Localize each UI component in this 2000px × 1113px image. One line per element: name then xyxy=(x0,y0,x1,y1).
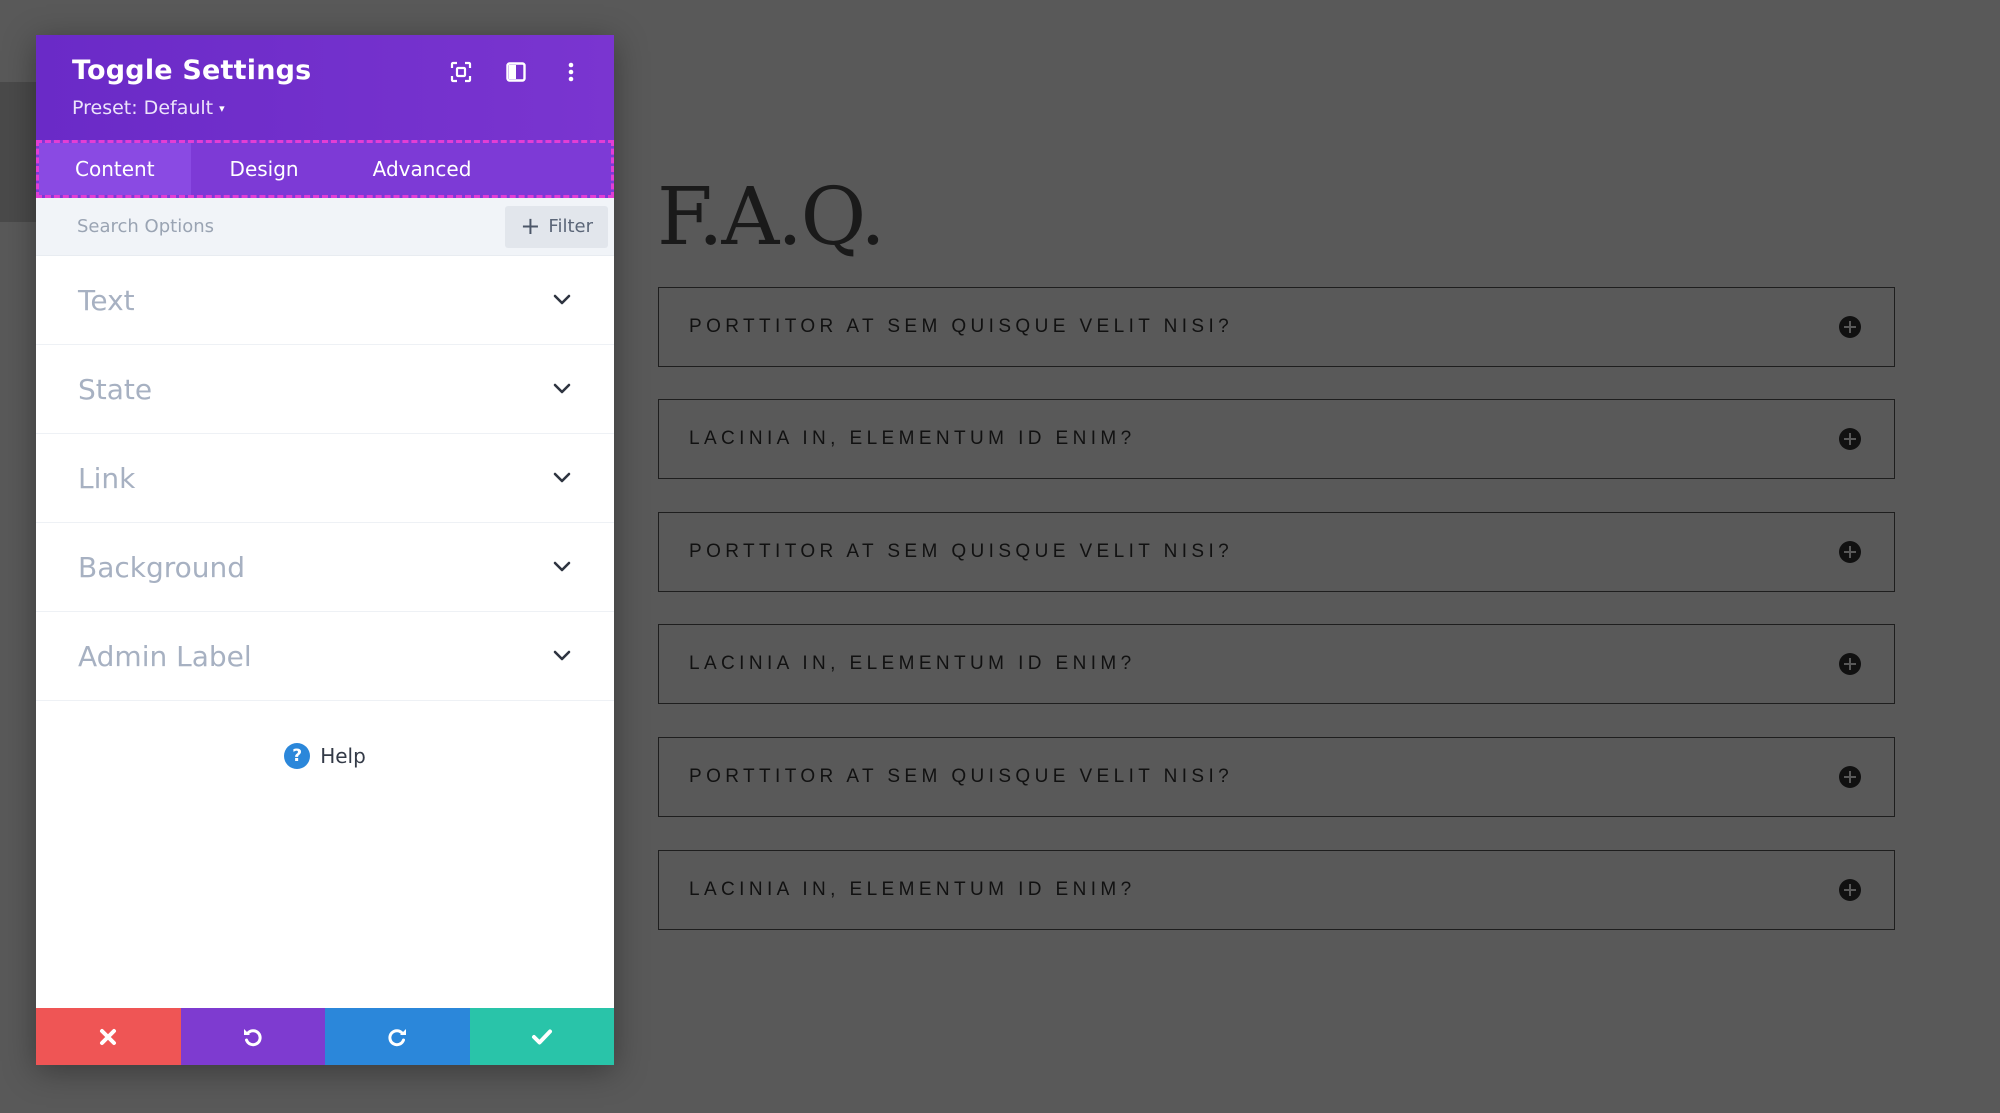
plus-circle-icon xyxy=(1839,316,1861,338)
plus-circle-icon xyxy=(1839,428,1861,450)
faq-toggle[interactable]: LACINIA IN, ELEMENTUM ID ENIM? xyxy=(658,624,1895,704)
plus-circle-icon xyxy=(1839,653,1861,675)
faq-toggle[interactable]: PORTTITOR AT SEM QUISQUE VELIT NISI? xyxy=(658,737,1895,817)
faq-toggle[interactable]: LACINIA IN, ELEMENTUM ID ENIM? xyxy=(658,399,1895,479)
search-row: + Filter xyxy=(36,198,614,256)
filter-label: Filter xyxy=(548,216,593,237)
group-state[interactable]: State xyxy=(36,345,614,434)
group-label: Link xyxy=(78,461,136,495)
panel-title: Toggle Settings xyxy=(72,55,312,86)
toggle-title: PORTTITOR AT SEM QUISQUE VELIT NISI? xyxy=(689,766,1234,787)
help-link[interactable]: ? Help xyxy=(284,743,366,769)
group-label: Text xyxy=(78,283,135,317)
group-admin-label[interactable]: Admin Label xyxy=(36,612,614,701)
plus-icon: + xyxy=(520,211,541,240)
chevron-down-icon xyxy=(552,560,572,574)
help-icon: ? xyxy=(284,743,311,769)
redo-icon xyxy=(388,1028,407,1046)
group-background[interactable]: Background xyxy=(36,523,614,612)
preset-selector[interactable]: Preset: Default ▾ xyxy=(72,97,225,119)
search-input[interactable] xyxy=(77,216,377,237)
chevron-down-icon xyxy=(552,649,572,663)
toggle-settings-modal: Toggle Settings Preset: Default ▾ Conten… xyxy=(36,35,614,1065)
group-text[interactable]: Text xyxy=(36,256,614,345)
chevron-down-icon xyxy=(552,293,572,307)
undo-button[interactable] xyxy=(180,1008,325,1065)
tabs-bar: Content Design Advanced xyxy=(36,140,614,198)
discard-button[interactable] xyxy=(36,1008,181,1065)
plus-circle-icon xyxy=(1839,879,1861,901)
group-label: Admin Label xyxy=(78,639,252,673)
faq-toggle[interactable]: LACINIA IN, ELEMENTUM ID ENIM? xyxy=(658,850,1895,930)
preset-label: Preset: Default xyxy=(72,97,214,119)
builder-canvas: Toggle Settings Preset: Default ▾ Conten… xyxy=(0,0,2000,1113)
panel-body-spacer xyxy=(36,769,614,1008)
panel-header: Toggle Settings Preset: Default ▾ xyxy=(36,35,614,140)
toggle-title: PORTTITOR AT SEM QUISQUE VELIT NISI? xyxy=(689,541,1234,562)
group-label: Background xyxy=(78,550,246,584)
tab-content[interactable]: Content xyxy=(39,143,191,195)
toggle-title: LACINIA IN, ELEMENTUM ID ENIM? xyxy=(689,428,1136,449)
tab-advanced[interactable]: Advanced xyxy=(335,143,500,195)
split-view-icon[interactable] xyxy=(503,59,529,85)
close-icon xyxy=(100,1028,117,1045)
faq-heading: F.A.Q. xyxy=(657,170,886,263)
caret-down-icon: ▾ xyxy=(219,101,225,115)
more-vertical-icon[interactable] xyxy=(558,59,584,85)
group-link[interactable]: Link xyxy=(36,434,614,523)
toggle-title: PORTTITOR AT SEM QUISQUE VELIT NISI? xyxy=(689,316,1234,337)
background-section-edge xyxy=(0,82,40,222)
plus-circle-icon xyxy=(1839,766,1861,788)
group-label: State xyxy=(78,372,153,406)
chevron-down-icon xyxy=(552,382,572,396)
toggle-title: LACINIA IN, ELEMENTUM ID ENIM? xyxy=(689,879,1136,900)
action-bar xyxy=(36,1008,614,1065)
save-button[interactable] xyxy=(469,1008,614,1065)
option-groups: Text State Link Background Admin Label xyxy=(36,256,614,701)
chevron-down-icon xyxy=(552,471,572,485)
check-icon xyxy=(531,1029,552,1044)
help-label: Help xyxy=(320,744,366,768)
plus-circle-icon xyxy=(1839,541,1861,563)
undo-icon xyxy=(243,1028,262,1046)
header-icons xyxy=(448,59,584,85)
faq-toggle[interactable]: PORTTITOR AT SEM QUISQUE VELIT NISI? xyxy=(658,287,1895,367)
filter-button[interactable]: + Filter xyxy=(505,205,608,248)
focus-icon[interactable] xyxy=(448,59,474,85)
redo-button[interactable] xyxy=(325,1008,470,1065)
faq-toggle[interactable]: PORTTITOR AT SEM QUISQUE VELIT NISI? xyxy=(658,512,1895,592)
tab-design[interactable]: Design xyxy=(191,143,335,195)
toggle-title: LACINIA IN, ELEMENTUM ID ENIM? xyxy=(689,653,1136,674)
